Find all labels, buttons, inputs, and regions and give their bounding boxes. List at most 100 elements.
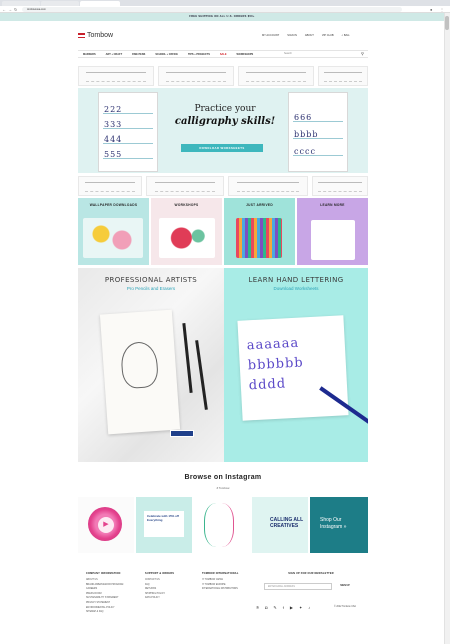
feature-title: LEARN HAND LETTERING — [248, 276, 344, 284]
instagram-post[interactable]: ▶ — [78, 497, 134, 553]
promo-bar[interactable]: FREE SHIPPING ON ALL U.S. ORDERS $50+ — [0, 13, 444, 21]
sketch-image — [78, 66, 154, 86]
brand-name: Tombow — [87, 32, 114, 39]
twitter-icon[interactable]: ✦ — [299, 605, 302, 610]
sketch-image — [78, 176, 142, 196]
instagram-shop-cta[interactable]: Shop Our Instagram » — [310, 497, 368, 553]
sketch-image — [146, 176, 224, 196]
instagram-post[interactable]: CALLING ALL CREATIVES — [252, 497, 308, 553]
my-account-link[interactable]: MY ACCOUNT — [262, 34, 279, 37]
download-worksheets-button[interactable]: DOWNLOAD WORKSHEETS — [181, 144, 263, 152]
teachers-sign-image — [311, 220, 355, 260]
calling-creatives-text: CALLING ALL CREATIVES — [270, 517, 304, 529]
footer-column-title: COMPANY INFORMATION — [86, 572, 121, 575]
play-icon[interactable]: ▶ — [98, 517, 114, 533]
sketchbook-image — [99, 309, 181, 435]
copyright: © 2022 Tombow USA — [334, 606, 356, 608]
nav-school-office[interactable]: SCHOOL + OFFICE — [150, 53, 183, 56]
nav-workshops[interactable]: WORKSHOPS — [232, 53, 259, 56]
reload-icon[interactable]: ↻ — [14, 7, 17, 12]
category-tile-just-arrived[interactable]: JUST ARRIVED — [224, 198, 295, 265]
workshop-art-image — [159, 218, 215, 258]
facebook-icon[interactable]: f — [283, 605, 284, 610]
newsletter-signup-button[interactable]: SIGN UP — [334, 583, 356, 590]
bag-label: BAG — [343, 34, 350, 37]
category-label: WALLPAPER DOWNLOADS — [89, 203, 138, 207]
sketch-image — [238, 66, 314, 86]
footer-column-company: COMPANY INFORMATION ABOUT US BRAND AMBAS… — [86, 572, 123, 615]
brand-logo[interactable]: Tombow — [78, 32, 113, 39]
nav-art-craft[interactable]: ART + CRAFT — [101, 53, 127, 56]
menu-icon[interactable]: ⋮ — [440, 7, 444, 12]
search-icon[interactable]: ⚲ — [361, 51, 364, 57]
browser-address-bar: ← → ↻ tombowusa.com ● ⋮ — [0, 6, 450, 13]
youtube-icon[interactable]: ▶ — [290, 605, 293, 610]
instagram-post[interactable] — [194, 497, 250, 553]
worksheet-glyphs: 666 — [294, 113, 313, 122]
worksheet-glyphs: 555 — [104, 150, 123, 159]
sketch-image — [228, 176, 308, 196]
pinterest-icon[interactable]: ℗ — [256, 605, 259, 610]
newsletter-email-input[interactable]: ENTER EMAIL ADDRESS — [264, 583, 332, 590]
footer-link[interactable]: SITEMAP & FAQ — [86, 610, 123, 615]
category-tile-workshops[interactable]: WORKSHOPS — [151, 198, 222, 265]
feature-subtitle[interactable]: Download Worksheets — [224, 286, 368, 291]
category-label: WORKSHOPS — [174, 203, 199, 207]
sale-card-text: Celebrate with 15% off Everything — [144, 511, 184, 537]
category-label: JUST ARRIVED — [246, 203, 273, 207]
botanical-drawing-image — [204, 503, 234, 547]
nav-sale[interactable]: SALE — [215, 53, 232, 56]
back-icon[interactable]: ← — [2, 7, 6, 12]
blog-icon[interactable]: ✎ — [273, 605, 276, 610]
lettering-worksheet-image: aaaaaa bbbbbb dddd — [237, 315, 349, 421]
footer-column-title: TOMBOW INTERNATIONAL — [202, 572, 239, 575]
wallpaper-devices-image — [83, 218, 143, 258]
scrollbar[interactable] — [444, 13, 450, 644]
utility-nav: MY ACCOUNT SIGN IN ABOUT VIP CLUB ⌂ BAG — [262, 34, 349, 37]
about-link[interactable]: ABOUT — [305, 34, 314, 37]
instagram-handle[interactable]: # Tombow — [78, 486, 368, 490]
footer-link[interactable]: INTERNATIONAL DISTRIBUTORS — [202, 587, 239, 592]
feature-subtitle[interactable]: Pro Pencils and Erasers — [78, 286, 224, 291]
marker-set-image — [236, 218, 282, 258]
footer-link-label: TOMBOW JAPAN — [204, 579, 224, 581]
scrollbar-thumb[interactable] — [445, 16, 449, 30]
pencil-image — [182, 323, 193, 393]
profile-icon[interactable]: ● — [430, 7, 432, 12]
sketch-image — [312, 176, 368, 196]
hero-title: Practice your — [194, 104, 256, 114]
pencil-image — [195, 340, 208, 410]
eraser-image — [170, 430, 194, 437]
footer-link-label: TOMBOW EUROPE — [204, 583, 226, 586]
footer-link[interactable]: DATA POLICY — [145, 596, 174, 601]
footer-column-support: SUPPORT & ORDERS CONTACT US FAQ RETURNS … — [145, 572, 174, 601]
feature-professional-artists[interactable]: PROFESSIONAL ARTISTS Pro Pencils and Era… — [78, 268, 224, 462]
url-field[interactable]: tombowusa.com — [22, 7, 402, 12]
category-label: LEARN MORE — [320, 203, 345, 207]
instagram-post[interactable]: Celebrate with 15% off Everything — [136, 497, 192, 553]
category-tile-learn-more[interactable]: LEARN MORE — [297, 198, 368, 265]
footer-column-international: TOMBOW INTERNATIONAL ☐ TOMBOW JAPAN ☐ TO… — [202, 572, 239, 592]
forward-icon[interactable]: → — [8, 7, 12, 12]
tiktok-icon[interactable]: ♪ — [308, 605, 310, 610]
nav-tips-projects[interactable]: TIPS + PROJECTS — [183, 53, 215, 56]
vip-club-link[interactable]: VIP CLUB — [322, 34, 334, 37]
feature-learn-hand-lettering[interactable]: LEARN HAND LETTERING Download Worksheets… — [224, 268, 368, 462]
nav-markers[interactable]: MARKERS — [78, 53, 101, 56]
hero-script-title: calligraphy skills! — [174, 116, 276, 127]
tombow-logo-mark-icon — [78, 33, 85, 38]
feature-title: PROFESSIONAL ARTISTS — [104, 276, 198, 284]
instagram-title: Browse on Instagram — [184, 474, 262, 481]
hero-banner[interactable]: 222 333 444 555 666 bbbb cccc — [78, 88, 368, 173]
shop-instagram-link[interactable]: Shop Our Instagram » — [320, 517, 362, 531]
search-input[interactable]: Search — [284, 51, 368, 57]
sign-in-link[interactable]: SIGN IN — [287, 34, 297, 37]
worksheet-glyphs: 444 — [104, 135, 123, 144]
newsletter-title: SIGN UP FOR OUR NEWSLETTER — [288, 572, 334, 575]
bag-link[interactable]: ⌂ BAG — [342, 34, 350, 37]
worksheet-glyphs: cccc — [294, 147, 316, 156]
instagram-icon[interactable]: ◘ — [265, 605, 267, 610]
worksheet-glyphs: bbbb — [294, 130, 319, 139]
nav-fine-pens[interactable]: FINE PENS — [127, 53, 150, 56]
category-tile-wallpaper[interactable]: WALLPAPER DOWNLOADS — [78, 198, 149, 265]
